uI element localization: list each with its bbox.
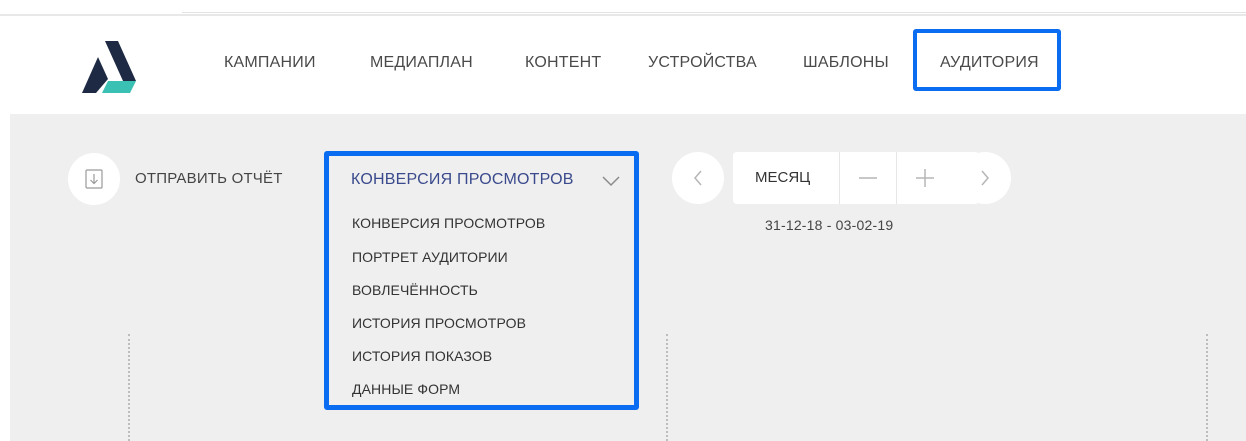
chevron-right-icon <box>981 170 989 186</box>
report-option-engagement[interactable]: ВОВЛЕЧЁННОСТЬ <box>352 282 478 298</box>
logo[interactable] <box>78 37 140 95</box>
period-increase-button[interactable] <box>897 152 953 204</box>
period-label[interactable]: МЕСЯЦ <box>755 169 810 186</box>
report-option-audience-portrait[interactable]: ПОРТРЕТ АУДИТОРИИ <box>352 249 508 265</box>
plus-icon <box>916 169 934 187</box>
download-icon <box>85 169 103 189</box>
period-decrease-button[interactable] <box>840 152 896 204</box>
main-content: ОТПРАВИТЬ ОТЧЁТ КОНВЕРСИЯ ПРОСМОТРОВ КОН… <box>10 114 1246 441</box>
chevron-down-icon[interactable] <box>601 174 621 188</box>
nav-item-devices[interactable]: УСТРОЙСТВА <box>648 54 757 72</box>
header: КАМПАНИИ МЕДИАПЛАН КОНТЕНТ УСТРОЙСТВА ША… <box>10 16 1246 114</box>
report-type-selected[interactable]: КОНВЕРСИЯ ПРОСМОТРОВ <box>351 171 574 189</box>
date-range: 31-12-18 - 03-02-19 <box>765 217 894 233</box>
next-period-button[interactable] <box>959 152 1011 204</box>
prev-period-button[interactable] <box>672 152 724 204</box>
send-report-label[interactable]: ОТПРАВИТЬ ОТЧЁТ <box>135 170 283 187</box>
report-option-impression-history[interactable]: ИСТОРИЯ ПОКАЗОВ <box>352 348 492 364</box>
top-strip-bar <box>182 0 1246 13</box>
nav-item-campaigns[interactable]: КАМПАНИИ <box>224 54 316 72</box>
report-option-form-data[interactable]: ДАННЫЕ ФОРМ <box>352 381 460 397</box>
chevron-left-icon <box>694 170 702 186</box>
top-strip <box>0 0 1246 16</box>
minus-icon <box>859 177 877 179</box>
nav-item-mediaplan[interactable]: МЕДИАПЛАН <box>370 54 473 72</box>
logo-icon <box>82 41 136 93</box>
report-type-dropdown[interactable]: КОНВЕРСИЯ ПРОСМОТРОВ КОНВЕРСИЯ ПРОСМОТРО… <box>324 151 639 410</box>
period-selector: МЕСЯЦ <box>733 152 979 204</box>
chart-gridline <box>666 334 668 441</box>
chart-gridline <box>1206 334 1208 441</box>
nav-item-audience[interactable]: АУДИТОРИЯ <box>940 54 1039 72</box>
nav-item-content[interactable]: КОНТЕНТ <box>525 54 601 72</box>
report-option-view-history[interactable]: ИСТОРИЯ ПРОСМОТРОВ <box>352 315 526 331</box>
report-option-conversion[interactable]: КОНВЕРСИЯ ПРОСМОТРОВ <box>352 215 545 231</box>
nav-item-templates[interactable]: ШАБЛОНЫ <box>803 54 889 72</box>
chart-gridline <box>128 334 130 441</box>
send-report-button[interactable] <box>68 153 120 205</box>
